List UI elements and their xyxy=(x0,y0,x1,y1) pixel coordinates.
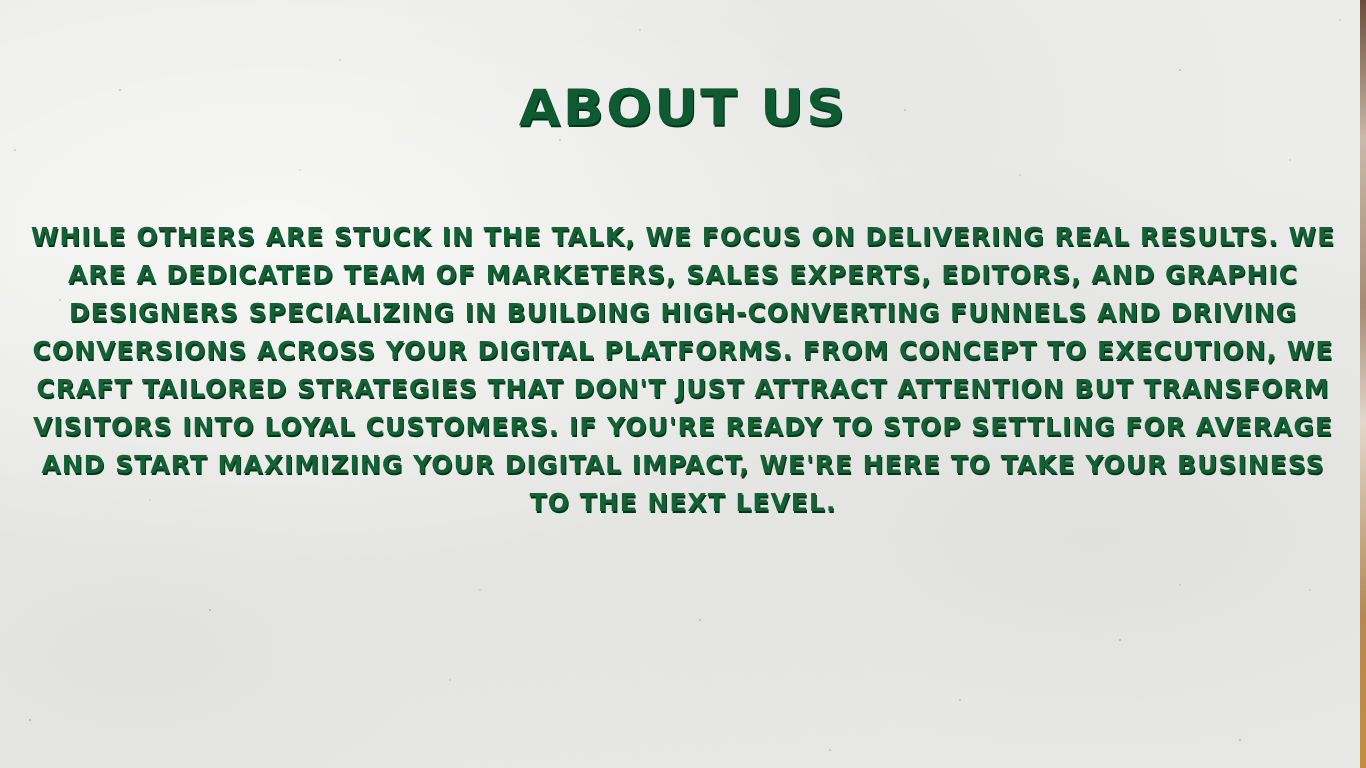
page-title: ABOUT US xyxy=(518,78,848,137)
about-us-slide: ABOUT US WHILE OTHERS ARE STUCK IN THE T… xyxy=(0,0,1366,768)
about-paragraph: WHILE OTHERS ARE STUCK IN THE TALK, WE F… xyxy=(30,222,1336,517)
